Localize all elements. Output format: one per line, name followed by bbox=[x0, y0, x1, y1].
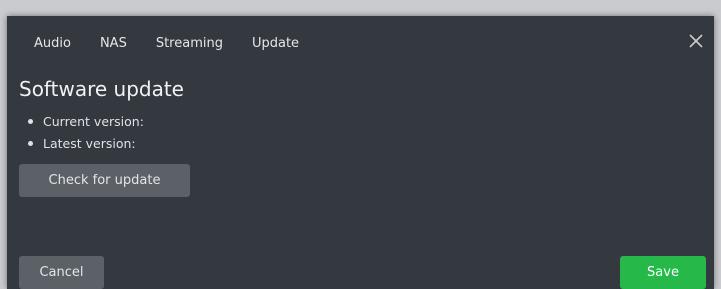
bullet-icon bbox=[28, 140, 33, 146]
tab-streaming[interactable]: Streaming bbox=[156, 36, 223, 51]
bullet-icon bbox=[28, 118, 33, 124]
check-for-update-button[interactable]: Check for update bbox=[19, 164, 190, 197]
settings-dialog: Audio NAS Streaming Update Software upda… bbox=[7, 16, 714, 289]
tab-audio[interactable]: Audio bbox=[34, 36, 71, 51]
current-version-item: Current version: bbox=[28, 110, 144, 132]
latest-version-label: Latest version: bbox=[43, 135, 136, 151]
tab-nas[interactable]: NAS bbox=[100, 36, 127, 51]
cancel-button[interactable]: Cancel bbox=[19, 256, 104, 289]
version-info-list: Current version: Latest version: bbox=[28, 110, 144, 154]
current-version-label: Current version: bbox=[43, 113, 144, 129]
tab-bar: Audio NAS Streaming Update bbox=[7, 16, 302, 70]
tab-update[interactable]: Update bbox=[252, 36, 299, 51]
latest-version-item: Latest version: bbox=[28, 132, 144, 154]
save-button[interactable]: Save bbox=[620, 256, 706, 289]
page-title: Software update bbox=[19, 77, 184, 101]
close-icon[interactable] bbox=[686, 31, 706, 51]
